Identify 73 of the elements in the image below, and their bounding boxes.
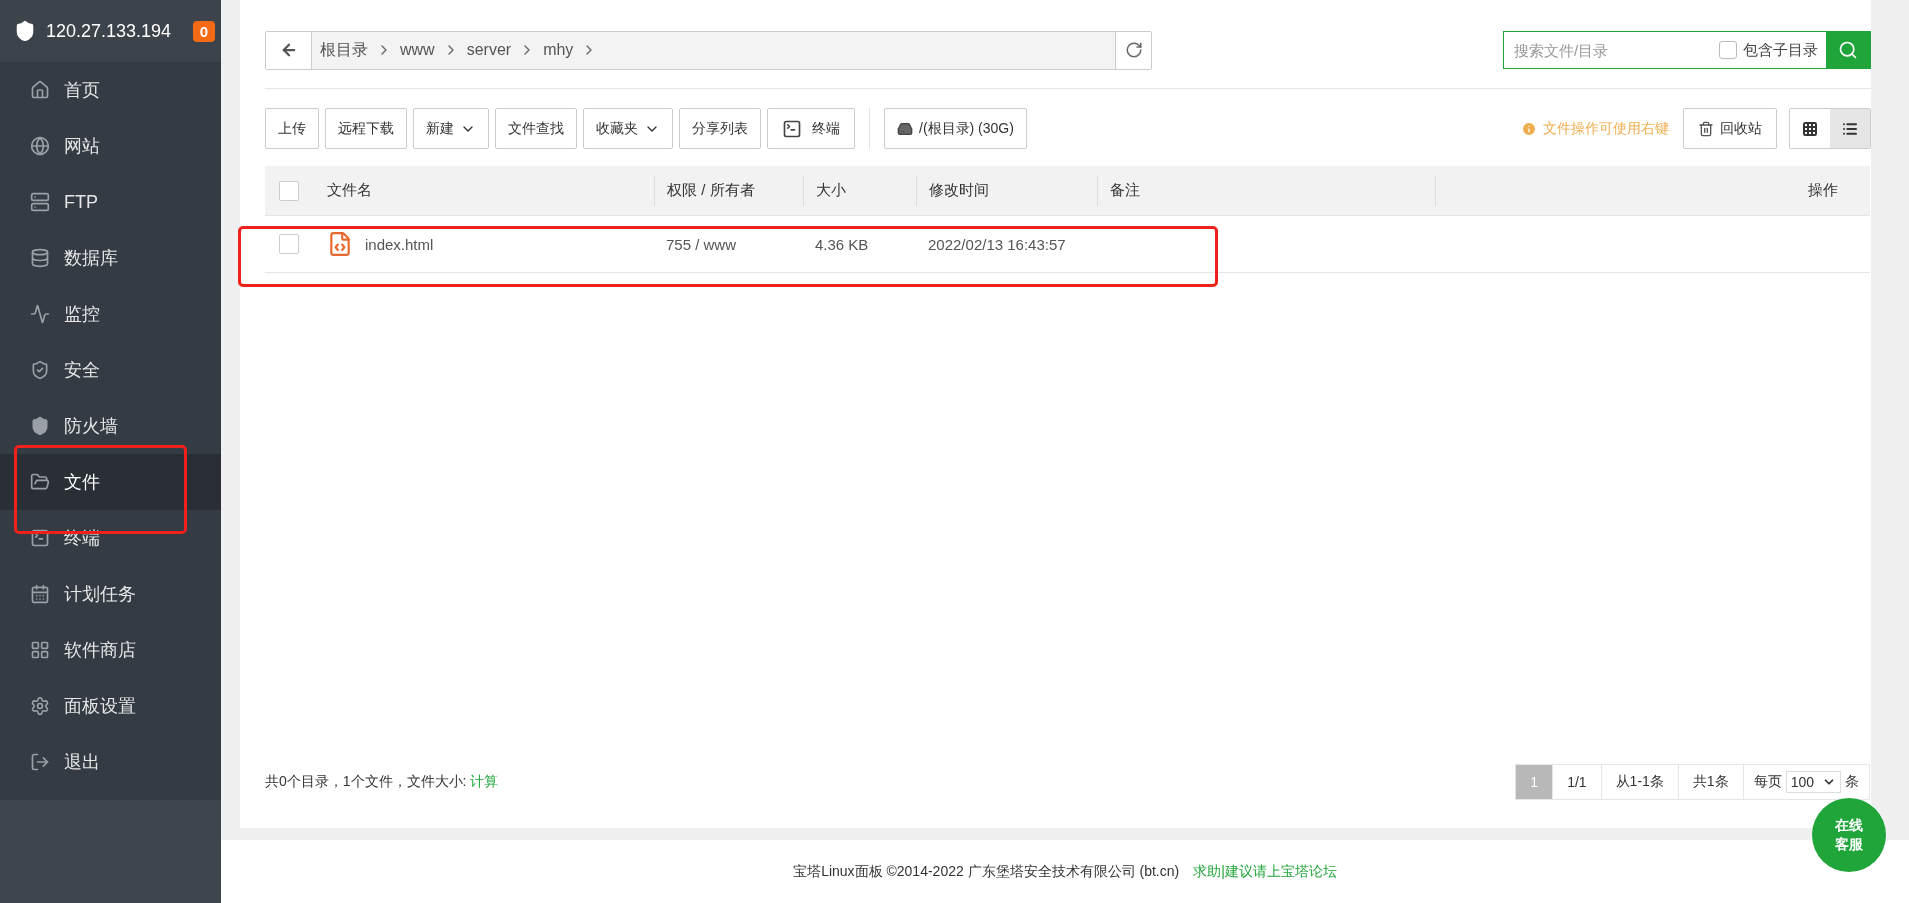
column-header[interactable]: 权限 / 所有者 [667,181,755,200]
directory-summary: 共0个目录，1个文件，文件大小: 计算 [265,773,499,791]
recycle-bin-button[interactable]: 回收站 [1683,108,1777,149]
sidebar-item[interactable]: 首页 [0,62,221,118]
server-icon [30,192,50,212]
column-header[interactable]: 操作 [1808,181,1838,200]
terminal-icon [30,528,50,548]
shield-logo-icon [14,20,36,42]
server-address: 120.27.133.194 [46,20,173,42]
list-icon [1842,120,1858,137]
folder-icon [30,472,50,492]
trash-icon [1698,120,1714,137]
refresh-button[interactable] [1115,31,1151,69]
sidebar-item[interactable]: 文件 [0,454,221,510]
subdir-label: 包含子目录 [1743,40,1818,60]
search-bar[interactable]: 搜索文件/目录 包含子目录 [1503,31,1871,69]
info-icon [1521,120,1537,137]
search-icon [1838,40,1858,60]
sidebar-item[interactable]: 监控 [0,286,221,342]
dropdown-button[interactable]: 收藏夹 [583,108,673,149]
per-page-unit: 条 [1845,773,1859,791]
toolbar-button[interactable]: 文件查找 [495,108,577,149]
breadcrumb-link[interactable]: server [466,41,536,59]
database-icon [30,248,50,268]
sidebar-item[interactable]: 退出 [0,734,221,790]
column-header[interactable]: 文件名 [327,181,372,200]
sidebar-item[interactable]: FTP [0,174,221,230]
permissions-cell: 755 / www [666,235,737,253]
subdir-checkbox[interactable] [1719,41,1737,59]
logout-icon [30,752,50,772]
sidebar-item[interactable]: 防火墙 [0,398,221,454]
sidebar-item[interactable]: 面板设置 [0,678,221,734]
search-button[interactable] [1826,32,1870,68]
html-file-icon [327,231,353,257]
sidebar-item[interactable]: 安全 [0,342,221,398]
terminal-button[interactable]: 终端 [767,108,855,149]
column-header[interactable]: 备注 [1110,181,1140,200]
sidebar-item[interactable]: 软件商店 [0,622,221,678]
grid-icon [30,640,50,660]
dropdown-button[interactable]: 新建 [413,108,489,149]
refresh-icon [1124,41,1143,59]
monitor-icon [30,304,50,324]
disk-button[interactable]: /(根目录) (30G) [884,108,1027,149]
shield-icon [30,416,50,436]
column-header[interactable]: 修改时间 [929,181,989,200]
toolbar-button[interactable]: 上传 [265,108,319,149]
breadcrumb-link[interactable]: mhy [543,41,598,59]
sidebar-item[interactable]: 网站 [0,118,221,174]
breadcrumb-link[interactable]: 根目录 [320,39,392,61]
row-checkbox[interactable] [279,234,299,254]
back-button[interactable] [266,31,312,69]
list-view-button[interactable] [1830,109,1870,148]
toolbar-button[interactable]: 远程下载 [325,108,407,149]
calendar-icon [30,584,50,604]
terminal-icon [782,118,802,139]
per-page-label: 每页 [1753,773,1782,791]
settings-icon [30,696,50,716]
right-click-hint: 文件操作可使用右键 [1543,119,1669,138]
grid-icon [1802,120,1818,137]
home-icon [30,80,50,100]
file-name[interactable]: index.html [365,235,434,253]
copyright-text: 宝塔Linux面板 ©2014-2022 广东堡塔安全技术有限公司 (bt.cn) [793,862,1180,881]
breadcrumb-link[interactable]: www [400,41,459,59]
globe-icon [30,136,50,156]
per-page-select[interactable]: 100 [1785,771,1841,793]
shield-check-icon [30,360,50,380]
select-all-checkbox[interactable] [279,180,299,201]
size-cell: 4.36 KB [815,235,869,253]
sidebar-item[interactable]: 计划任务 [0,566,221,622]
toolbar-button[interactable]: 分享列表 [679,108,761,149]
modified-cell: 2022/02/13 16:43:57 [928,235,1066,253]
column-header[interactable]: 大小 [816,181,846,200]
sidebar-item[interactable]: 数据库 [0,230,221,286]
